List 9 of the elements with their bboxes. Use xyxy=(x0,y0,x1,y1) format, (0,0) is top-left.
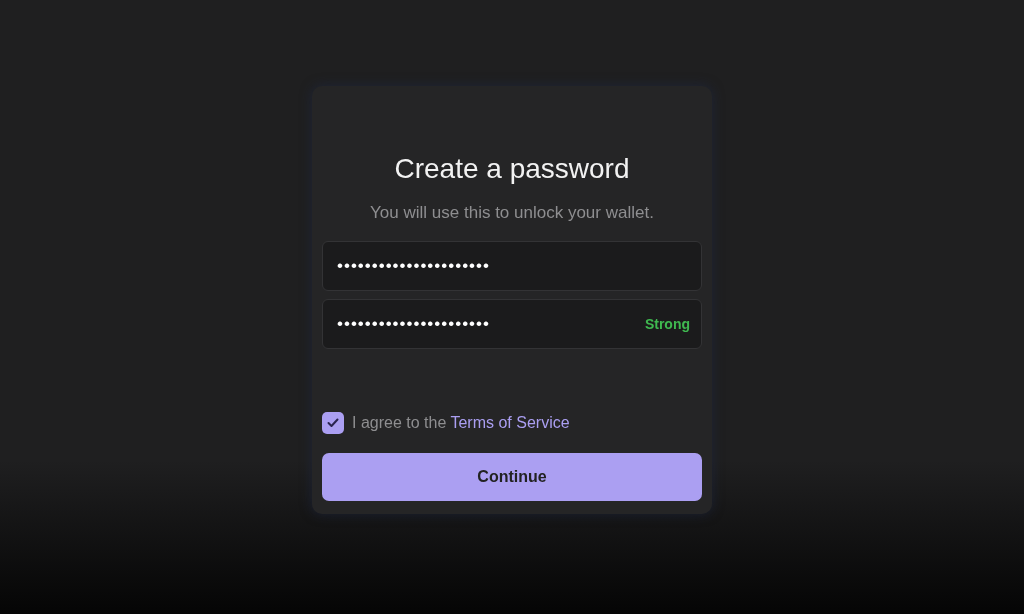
strength-label: Strong xyxy=(644,314,690,334)
agree-text: I agree to the Terms of Service xyxy=(352,413,570,434)
continue-button[interactable]: Continue xyxy=(322,453,702,502)
check-icon xyxy=(327,418,339,429)
agree-checkbox[interactable] xyxy=(322,412,344,435)
dialog-title: Create a password xyxy=(393,152,631,186)
dialog-subtitle: You will use this to unlock your wallet. xyxy=(369,201,655,224)
password-field[interactable]: •••••••••••••••••••••• xyxy=(322,241,702,292)
terms-link[interactable]: Terms of Service xyxy=(450,414,570,432)
